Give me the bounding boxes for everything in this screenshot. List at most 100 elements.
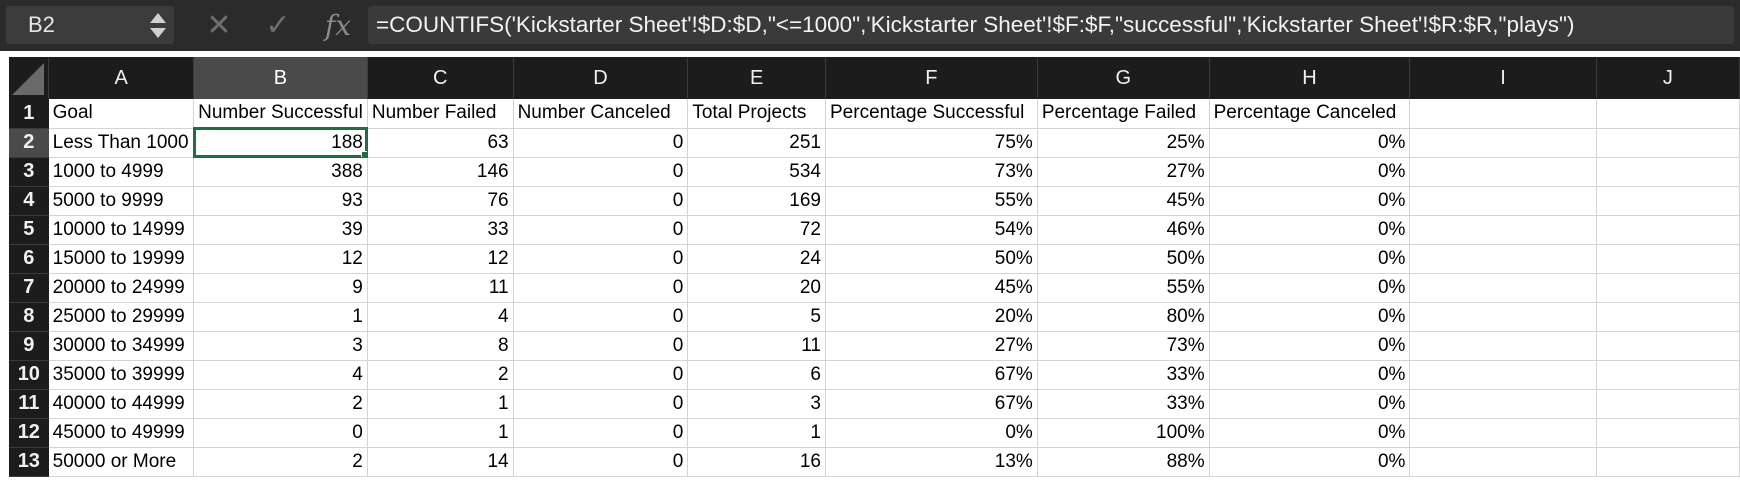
cell[interactable]: [1596, 99, 1740, 129]
column-header-a[interactable]: A: [48, 57, 195, 99]
row-header[interactable]: 13: [9, 447, 49, 477]
row-header[interactable]: 3: [9, 157, 49, 187]
cell[interactable]: 0: [513, 244, 689, 274]
cell[interactable]: 40000 to 44999: [48, 389, 195, 419]
cell[interactable]: 0%: [1209, 244, 1411, 274]
column-header-g[interactable]: G: [1037, 57, 1210, 99]
confirm-icon[interactable]: ✓: [258, 8, 298, 42]
cell[interactable]: 20%: [825, 302, 1038, 332]
cell[interactable]: 2: [193, 389, 368, 419]
cell[interactable]: 0%: [1209, 447, 1411, 477]
cell[interactable]: 1: [367, 389, 514, 419]
cell[interactable]: [1409, 128, 1597, 158]
cell[interactable]: 72: [687, 215, 826, 245]
cell[interactable]: 63: [367, 128, 514, 158]
cell[interactable]: 0: [513, 186, 689, 216]
cell[interactable]: 1: [367, 418, 514, 448]
cell[interactable]: 30000 to 34999: [48, 331, 195, 361]
cell[interactable]: 0%: [1209, 302, 1411, 332]
cell[interactable]: [1409, 447, 1597, 477]
cell[interactable]: 0: [513, 360, 689, 390]
cell[interactable]: [1409, 157, 1597, 187]
name-box-value[interactable]: B2: [6, 12, 146, 38]
cell[interactable]: [1596, 331, 1740, 361]
cell[interactable]: Number Successful: [193, 99, 368, 129]
cell[interactable]: 15000 to 19999: [48, 244, 195, 274]
cell[interactable]: 0%: [1209, 418, 1411, 448]
column-header-b[interactable]: B: [193, 57, 368, 99]
cell[interactable]: 1000 to 4999: [48, 157, 195, 187]
fx-icon[interactable]: fx: [318, 8, 358, 42]
row-header[interactable]: 9: [9, 331, 49, 361]
cell[interactable]: 27%: [1037, 157, 1210, 187]
cell[interactable]: 169: [687, 186, 826, 216]
cell[interactable]: 0: [513, 273, 689, 303]
cell[interactable]: [1596, 273, 1740, 303]
row-header[interactable]: 12: [9, 418, 49, 448]
cell[interactable]: [1596, 186, 1740, 216]
column-header-i[interactable]: I: [1409, 57, 1597, 99]
cell[interactable]: 50%: [1037, 244, 1210, 274]
row-header[interactable]: 6: [9, 244, 49, 274]
fill-handle[interactable]: [360, 150, 367, 156]
cell[interactable]: 0: [513, 389, 689, 419]
row-header[interactable]: 2: [9, 128, 49, 158]
cell[interactable]: 50000 or More: [48, 447, 195, 477]
cell[interactable]: 88%: [1037, 447, 1210, 477]
column-header-j[interactable]: J: [1596, 57, 1740, 99]
cell[interactable]: 2: [193, 447, 368, 477]
cell[interactable]: 0%: [1209, 128, 1411, 158]
cell[interactable]: 67%: [825, 389, 1038, 419]
cell[interactable]: 20000 to 24999: [48, 273, 195, 303]
cell[interactable]: 55%: [1037, 273, 1210, 303]
cell[interactable]: Percentage Canceled: [1209, 99, 1411, 129]
cell[interactable]: [1596, 128, 1740, 158]
cell[interactable]: 0: [513, 128, 689, 158]
cell[interactable]: 388: [193, 157, 368, 187]
cell[interactable]: 0%: [1209, 273, 1411, 303]
cell[interactable]: Goal: [48, 99, 195, 129]
cell[interactable]: 0%: [825, 418, 1038, 448]
cell[interactable]: 534: [687, 157, 826, 187]
cell[interactable]: [1409, 360, 1597, 390]
cell[interactable]: 33%: [1037, 389, 1210, 419]
cell[interactable]: 16: [687, 447, 826, 477]
cell[interactable]: 9: [193, 273, 368, 303]
cell[interactable]: 45000 to 49999: [48, 418, 195, 448]
cell[interactable]: 6: [687, 360, 826, 390]
cell[interactable]: 67%: [825, 360, 1038, 390]
cell[interactable]: [1596, 360, 1740, 390]
cell[interactable]: 55%: [825, 186, 1038, 216]
column-header-h[interactable]: H: [1209, 57, 1411, 99]
cell[interactable]: 39: [193, 215, 368, 245]
cell[interactable]: 25000 to 29999: [48, 302, 195, 332]
cell[interactable]: 0: [193, 418, 368, 448]
cell[interactable]: 8: [367, 331, 514, 361]
row-header[interactable]: 4: [9, 186, 49, 216]
active-cell[interactable]: 188: [192, 127, 369, 158]
cell[interactable]: 46%: [1037, 215, 1210, 245]
cell[interactable]: [1596, 302, 1740, 332]
cell[interactable]: 5: [687, 302, 826, 332]
cell[interactable]: [1596, 447, 1740, 477]
cell[interactable]: 25%: [1037, 128, 1210, 158]
cell[interactable]: 54%: [825, 215, 1038, 245]
cell[interactable]: 0: [513, 302, 689, 332]
cell[interactable]: 75%: [825, 128, 1038, 158]
cell[interactable]: 100%: [1037, 418, 1210, 448]
cell[interactable]: 0%: [1209, 331, 1411, 361]
cell[interactable]: 27%: [825, 331, 1038, 361]
cell[interactable]: 11: [687, 331, 826, 361]
row-header[interactable]: 8: [9, 302, 49, 332]
cell[interactable]: 13%: [825, 447, 1038, 477]
cell[interactable]: [1409, 99, 1597, 129]
cell[interactable]: [1409, 418, 1597, 448]
cancel-icon[interactable]: ✕: [202, 8, 236, 42]
cell[interactable]: [1596, 157, 1740, 187]
row-header[interactable]: 5: [9, 215, 49, 245]
cell[interactable]: 33%: [1037, 360, 1210, 390]
cell[interactable]: 146: [367, 157, 514, 187]
cell[interactable]: 76: [367, 186, 514, 216]
cell[interactable]: 33: [367, 215, 514, 245]
cell[interactable]: [1409, 331, 1597, 361]
